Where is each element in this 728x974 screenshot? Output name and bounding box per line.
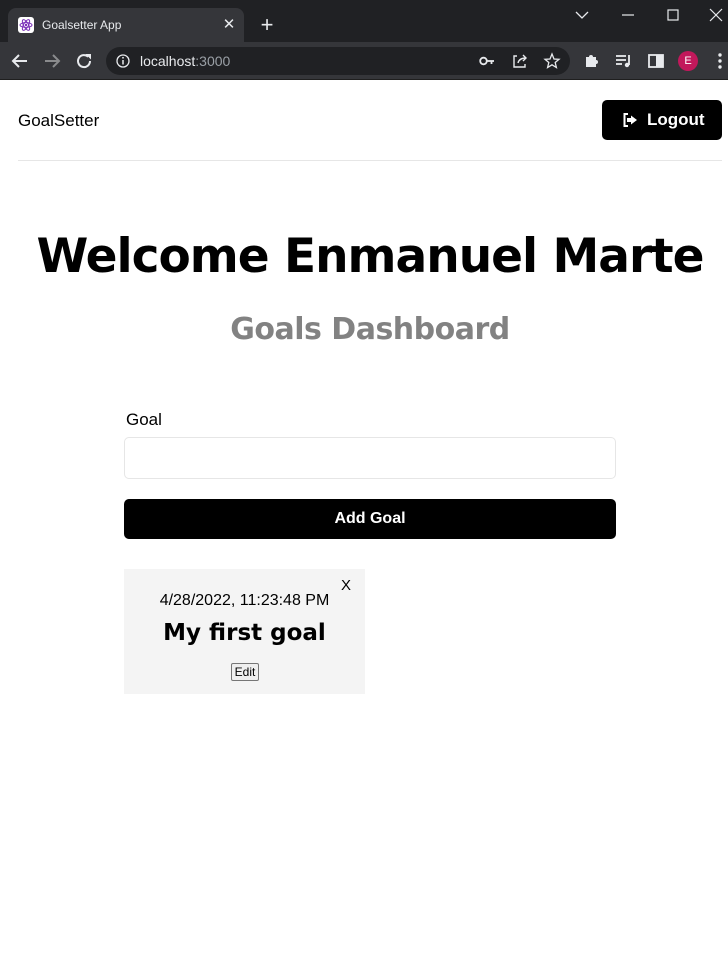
browser-titlebar: Goalsetter App ✕ + (0, 0, 728, 42)
minimize-icon[interactable] (616, 4, 640, 26)
delete-goal-button[interactable]: X (338, 577, 354, 595)
welcome-heading: Welcome Enmanuel Marte (36, 229, 704, 284)
page-content: GoalSetter Logout Welcome Enmanuel Marte… (0, 80, 728, 974)
media-queue-icon[interactable] (614, 51, 634, 71)
browser-tab[interactable]: Goalsetter App ✕ (8, 8, 244, 42)
forward-arrow-icon[interactable] (41, 50, 63, 72)
react-atom-icon (18, 17, 34, 33)
profile-avatar[interactable]: E (678, 51, 698, 71)
goal-input[interactable] (124, 437, 616, 479)
app-header: GoalSetter Logout (18, 80, 722, 161)
site-info-icon[interactable] (116, 54, 130, 68)
back-arrow-icon[interactable] (9, 50, 31, 72)
app-logo-link[interactable]: GoalSetter (18, 111, 99, 131)
logout-label: Logout (647, 110, 705, 129)
goal-card: 4/28/2022, 11:23:48 PM My first goal X E… (124, 569, 365, 694)
dashboard-subtitle: Goals Dashboard (230, 312, 510, 347)
window-close-icon[interactable] (704, 4, 728, 26)
logout-button[interactable]: Logout (602, 100, 722, 140)
key-icon[interactable] (478, 52, 496, 70)
tab-close-icon[interactable]: ✕ (220, 16, 238, 34)
tab-search-chevron-icon[interactable] (570, 4, 594, 26)
reload-icon[interactable] (73, 50, 95, 72)
address-bar[interactable]: localhost:3000 (106, 47, 570, 75)
side-panel-icon[interactable] (646, 51, 666, 71)
kebab-menu-icon[interactable] (710, 51, 728, 71)
goal-label: Goal (126, 410, 162, 429)
extensions-puzzle-icon[interactable] (582, 51, 602, 71)
url-text[interactable]: localhost:3000 (140, 53, 230, 69)
bookmark-star-icon[interactable] (543, 52, 561, 70)
sign-out-icon (623, 113, 637, 127)
new-tab-icon[interactable]: + (256, 14, 278, 36)
goal-date: 4/28/2022, 11:23:48 PM (159, 592, 330, 609)
tab-title: Goalsetter App (42, 18, 122, 32)
goal-text: My first goal (163, 620, 326, 646)
browser-toolbar: localhost:3000 E (0, 42, 728, 80)
maximize-icon[interactable] (661, 4, 685, 26)
share-icon[interactable] (511, 52, 529, 70)
edit-goal-button[interactable]: Edit (231, 663, 259, 681)
add-goal-button[interactable]: Add Goal (124, 499, 616, 539)
